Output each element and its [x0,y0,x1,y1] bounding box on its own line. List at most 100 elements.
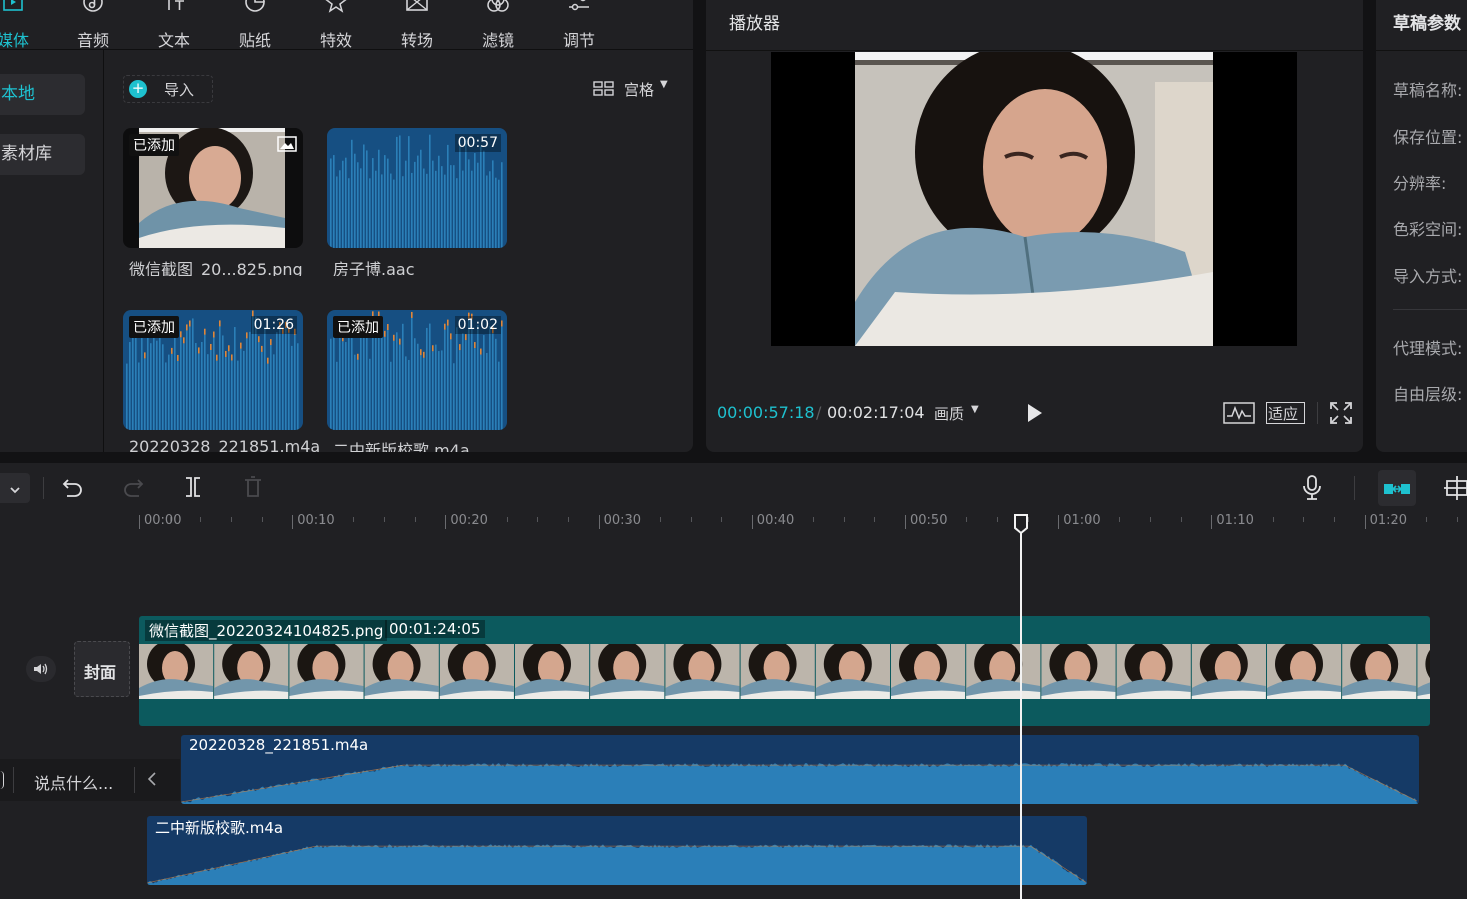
waveform-bar [417,155,419,248]
waveform-bar [357,162,359,248]
waveform-bar [390,361,392,430]
player-panel: 播放器 00:00:57:18 / 00:02:17:04 画质 ▼ 适应 [706,0,1363,452]
waveform-bar [333,155,335,248]
waveform-bar [495,177,497,248]
waveform-bar [393,340,395,430]
ruler-minor-tick [1272,517,1274,522]
split-icon[interactable] [183,476,203,502]
duration-label: 00:57 [454,134,501,152]
ruler-minor-tick [261,517,263,522]
waveform-bar [129,342,131,430]
sidebar-item-library[interactable]: 素材库 [0,134,85,175]
timeline-area: 00:00 00:10 00:20 00:30 00:40 00:50 01:00 01:10… [0,513,1467,899]
fullscreen-icon[interactable] [1330,402,1352,428]
tab-filter[interactable]: 滤镜 [463,0,533,50]
quality-dropdown[interactable]: 画质 ▼ [934,403,994,423]
media-item-filename: 房子博.aac [333,260,415,276]
filmstrip-frame [665,644,740,699]
waveform-toggle-icon[interactable] [1223,402,1255,428]
video-preview[interactable] [771,52,1297,346]
ruler-minor-tick [476,517,478,522]
tab-label: 转场 [400,31,433,50]
waveform-peak [465,334,467,341]
record-icon [0,771,4,789]
waveform-bar [396,136,398,248]
playhead[interactable] [1012,513,1030,899]
chevron-left-icon[interactable] [147,771,157,791]
tab-media[interactable]: 媒体 [0,0,48,50]
waveform-bar [501,162,503,248]
view-mode-dropdown[interactable]: 宫格 ▼ [593,78,673,100]
ruler-minor-tick [1425,517,1427,522]
media-item-audio[interactable]: 已添加 01:02 [327,310,507,430]
waveform-bar [153,324,155,430]
cover-button[interactable]: 封面 [74,641,130,697]
waveform-bar [450,165,452,248]
tab-label: 文本 [157,31,190,50]
waveform-bar [447,325,449,430]
video-clip[interactable]: 微信截图_20220324104825.png 00:01:24:05 [139,616,1430,726]
waveform-bar [480,354,482,430]
redo-icon[interactable] [122,476,144,502]
ruler-major-tick [139,515,140,529]
tab-sticker[interactable]: 贴纸 [220,0,290,50]
sidebar-item-local[interactable]: 本地 [0,74,85,115]
media-item-audio[interactable]: 已添加 01:26 [123,310,303,430]
waveform-bar [225,356,227,430]
undo-icon[interactable] [62,476,84,502]
waveform-bar [294,334,296,430]
fit-button[interactable]: 适应 [1266,402,1305,424]
waveform-peak [411,311,413,318]
waveform-bar [366,150,368,248]
audio-clip[interactable]: 二中新版校歌.m4a [147,816,1087,885]
waveform-peak [357,353,359,360]
magnet-snap-toggle[interactable] [1378,470,1416,506]
waveform-peak [423,351,425,358]
tab-transition[interactable]: 转场 [382,0,452,50]
waveform-peak [267,357,269,364]
waveform-bar [201,341,203,430]
tab-label: 滤镜 [481,31,514,50]
tab-audio[interactable]: 音频 [58,0,128,50]
filmstrip-frame [364,644,439,699]
ruler-minor-tick [384,517,386,522]
waveform-bar [459,137,461,248]
waveform-bar [489,171,491,248]
track-mute-toggle[interactable] [26,656,56,682]
waveform-peak [384,330,386,337]
waveform-bar [339,170,341,248]
time-ruler[interactable]: 00:00 00:10 00:20 00:30 00:40 00:50 01:00 01:10… [0,513,1467,537]
delete-icon[interactable] [243,476,263,502]
voice-input-bar[interactable]: 说点什么... [0,759,180,801]
waveform-bar [471,170,473,248]
clip-name: 二中新版校歌.m4a [155,819,284,837]
added-badge: 已添加 [333,316,383,338]
waveform-bar [258,342,260,430]
play-icon[interactable] [1026,403,1044,427]
waveform-peak [444,323,446,330]
microphone-icon[interactable] [1302,475,1322,505]
tab-adjust[interactable]: 调节 [544,0,614,50]
playhead-handle-icon [1014,514,1029,535]
waveform-bar [444,174,446,248]
media-item-image[interactable]: 已添加 [123,128,303,248]
audio-clip[interactable]: 20220328_221851.m4a [181,735,1419,804]
waveform-bar [132,328,134,430]
waveform-bar [405,160,407,248]
preview-axis-icon[interactable] [1444,476,1467,504]
tab-text[interactable]: 文本 [139,0,209,50]
waveform-bar [270,345,272,430]
ruler-minor-tick [659,517,661,522]
waveform-bar [333,325,335,430]
draft-field-name: 草稿名称: [1393,81,1463,100]
ruler-label: 00:00 [144,513,182,528]
waveform-bar [231,360,233,430]
import-button[interactable]: + 导入 [123,75,213,103]
waveform-bar [354,354,356,430]
waveform-bar [189,326,191,430]
waveform-bar [492,160,494,248]
layout-dropdown[interactable] [0,473,30,503]
waveform-bar [363,335,365,430]
media-item-audio[interactable]: 00:57 [327,128,507,248]
tab-effects[interactable]: 特效 [301,0,371,50]
